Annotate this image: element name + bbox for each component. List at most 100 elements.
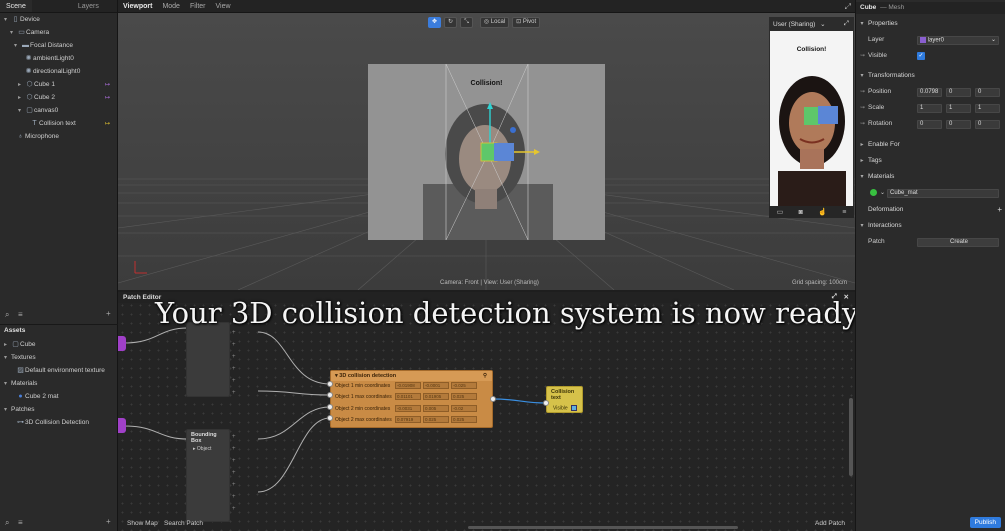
add-port-icon[interactable]: + [232,378,236,384]
value-field[interactable]: -0.0031 [395,405,421,412]
add-port-icon[interactable]: + [232,506,236,512]
add-port-icon[interactable]: + [232,446,236,452]
object-port[interactable]: ▸ Object [187,446,229,452]
collapse-caret-icon[interactable]: ▾ [856,70,868,82]
viewport[interactable]: ✥ ↻ ⤡ ◎ Local ⊡ Pivot Collision! Camera:… [118,13,855,290]
add-patch-button[interactable]: Add Patch [815,520,845,527]
asset-group-materials[interactable]: ▾ Materials [4,378,37,390]
add-port-icon[interactable]: + [232,434,236,440]
value-field[interactable]: 0.025 [423,416,449,423]
patch-link-icon[interactable]: ↦ [105,92,110,104]
asset-item-cube[interactable]: ▸ ▢Cube [4,339,36,351]
section-interactions[interactable]: ▾ Interactions [856,220,1005,232]
tree-item-canvas[interactable]: ▾ ▢canvas0 [18,105,58,117]
input-port-dot[interactable] [327,381,333,387]
value-field[interactable]: 0.025 [451,416,477,423]
value-field[interactable]: 0.01101 [395,393,421,400]
expand-caret-icon[interactable]: ▾ [4,14,11,26]
expand-caret-icon[interactable]: ▸ [856,139,868,151]
rotation-y-input[interactable]: 0 [946,119,971,129]
add-object-icon[interactable]: + [106,309,111,318]
tree-item-device[interactable]: ▾ ▯ Device [4,14,40,26]
material-field[interactable]: Cube_mat [887,188,999,198]
add-port-icon[interactable]: + [232,366,236,372]
input-port-dot[interactable] [327,415,333,421]
asset-group-patches[interactable]: ▾ Patches [4,404,35,416]
expand-caret-icon[interactable]: ▾ [18,105,25,117]
local-toggle[interactable]: ◎ Local [479,17,510,28]
layer-select[interactable]: layer0 ⌄ [917,35,999,45]
tree-item-collision-text[interactable]: T Collision text ↦ [30,118,114,130]
publish-button[interactable]: Publish [969,517,1001,528]
value-field[interactable]: 0.07919 [395,416,421,423]
section-tags[interactable]: ▸ Tags [856,155,1005,167]
filter-icon[interactable]: ≡ [18,310,23,319]
expand-caret-icon[interactable]: ▾ [4,378,11,390]
scale-y-input[interactable]: 1 [946,103,971,113]
search-icon[interactable]: ⌕ [5,518,9,528]
add-port-icon[interactable]: + [232,354,236,360]
menu-filter[interactable]: Filter [185,0,211,12]
asset-item-default-texture[interactable]: ▨Default environment texture [16,365,105,377]
expand-caret-icon[interactable]: ▾ [4,404,11,416]
tab-scene[interactable]: Scene [0,0,32,12]
link-icon[interactable]: ⇝ [860,102,865,114]
output-port-dot[interactable] [490,396,496,402]
input-port-dot[interactable] [327,404,333,410]
scale-z-input[interactable]: 1 [975,103,1000,113]
expand-caret-icon[interactable]: ▸ [18,92,25,104]
position-x-input[interactable]: 0.0798 [917,87,942,97]
value-field[interactable]: -0.0001 [423,382,449,389]
patch-editor[interactable]: Patch Editor ⤢ ✕ + + + + + + Bounding Bo… [118,292,855,531]
expand-caret-icon[interactable]: ▾ [10,27,17,39]
visible-checkbox[interactable]: ✓ [917,52,925,60]
value-field[interactable]: 0.005 [423,405,449,412]
device-select[interactable]: User (Sharing) [773,21,815,28]
search-icon[interactable]: ⌕ [5,310,9,320]
add-port-icon[interactable]: + [232,330,236,336]
checkbox-icon[interactable] [571,405,578,411]
section-enable-for[interactable]: ▸ Enable For [856,139,1005,151]
value-field[interactable]: 0.025 [451,393,477,400]
asset-group-textures[interactable]: ▾ Textures [4,352,36,364]
add-port-icon[interactable]: + [232,470,236,476]
rotation-z-input[interactable]: 0 [975,119,1000,129]
position-z-input[interactable]: 0 [975,87,1000,97]
link-icon[interactable]: ⇝ [860,50,865,62]
tree-item-camera[interactable]: ▾ ▭Camera [10,27,49,39]
tree-item-directionallight[interactable]: ✺ directionalLight0 [24,66,81,78]
search-patch-button[interactable]: Search Patch [164,520,203,527]
move-tool-icon[interactable]: ✥ [428,17,442,28]
tree-item-cube-2[interactable]: ▸ ⬡Cube 2 ↦ [18,92,114,104]
menu-view[interactable]: View [211,0,236,12]
input-port-dot[interactable] [543,400,549,406]
value-field[interactable]: -0.02 [451,405,477,412]
add-port-icon[interactable]: + [232,390,236,396]
input-port-node[interactable] [118,336,126,351]
visible-port[interactable]: Visible [547,405,582,411]
menu-viewport[interactable]: Viewport [118,0,157,12]
tree-item-cube-1[interactable]: ▸ ⬡Cube 1 ↦ [18,79,114,91]
patch-link-icon[interactable]: ↦ [105,79,110,91]
port-object2-min[interactable]: Object 2 min coordinates [335,406,390,412]
expand-caret-icon[interactable]: ▾ [4,352,11,364]
section-deformation[interactable]: Deformation + [856,204,1005,216]
bounding-box-node-1[interactable] [186,322,230,397]
menu-icon[interactable]: ≡ [842,209,846,216]
pivot-toggle[interactable]: ⊡ Pivot [512,17,541,28]
tree-item-ambientlight[interactable]: ✺ ambientLight0 [24,53,74,65]
tree-item-microphone[interactable]: ♁ Microphone [16,131,59,143]
rotation-x-input[interactable]: 0 [917,119,942,129]
expand-caret-icon[interactable]: ▸ [856,155,868,167]
pin-icon[interactable]: ⚲ [483,373,487,379]
section-materials[interactable]: ▾ Materials [856,171,1005,183]
value-field[interactable]: -0.025 [451,382,477,389]
collapse-caret-icon[interactable]: ▾ [856,171,868,183]
section-properties[interactable]: ▾ Properties [856,18,1005,30]
asset-item-cube-2-mat[interactable]: ● Cube 2 mat [16,391,58,403]
expand-caret-icon[interactable]: ▸ [18,79,25,91]
link-icon[interactable]: ⇝ [860,118,865,130]
input-port-node[interactable] [118,418,126,433]
expand-caret-icon[interactable]: ▸ [4,339,11,351]
input-port-dot[interactable] [327,392,333,398]
